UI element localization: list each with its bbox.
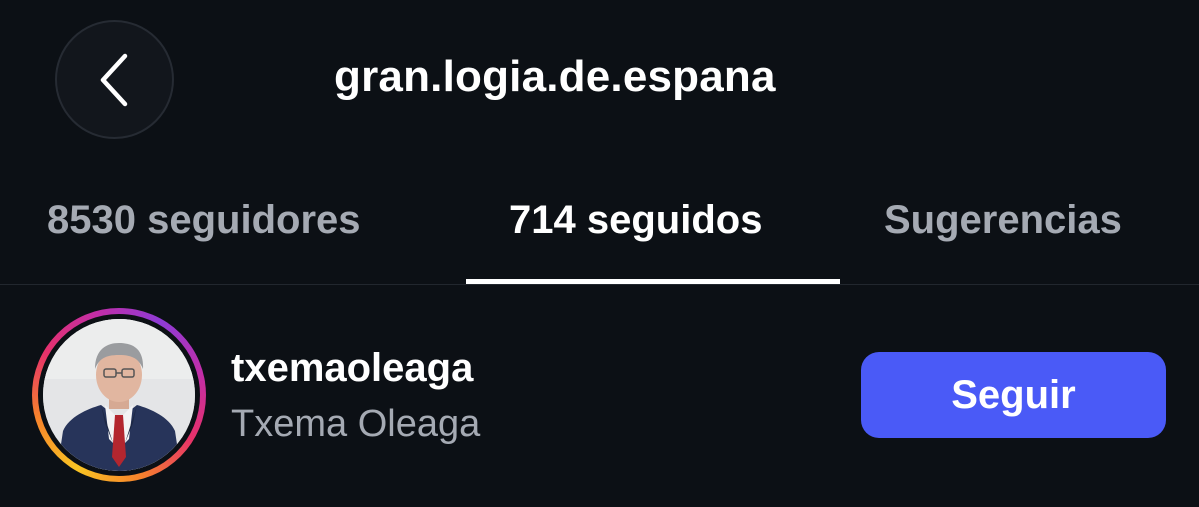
avatar-photo [43,319,195,471]
following-list-screen: gran.logia.de.espana 8530 seguidores 714… [0,0,1199,507]
full-name: Txema Oleaga [231,403,481,445]
tab-following[interactable]: 714 seguidos [509,198,762,258]
chevron-left-icon [93,50,137,110]
back-button[interactable] [55,20,174,139]
story-ring[interactable] [32,308,206,482]
page-title: gran.logia.de.espana [334,52,776,101]
follow-button[interactable]: Seguir [861,352,1166,438]
avatar [43,319,195,471]
tab-followers[interactable]: 8530 seguidores [47,198,361,258]
username[interactable]: txemaoleaga [231,346,473,391]
tab-suggestions[interactable]: Sugerencias [884,198,1122,258]
tabs-divider [0,284,1199,285]
